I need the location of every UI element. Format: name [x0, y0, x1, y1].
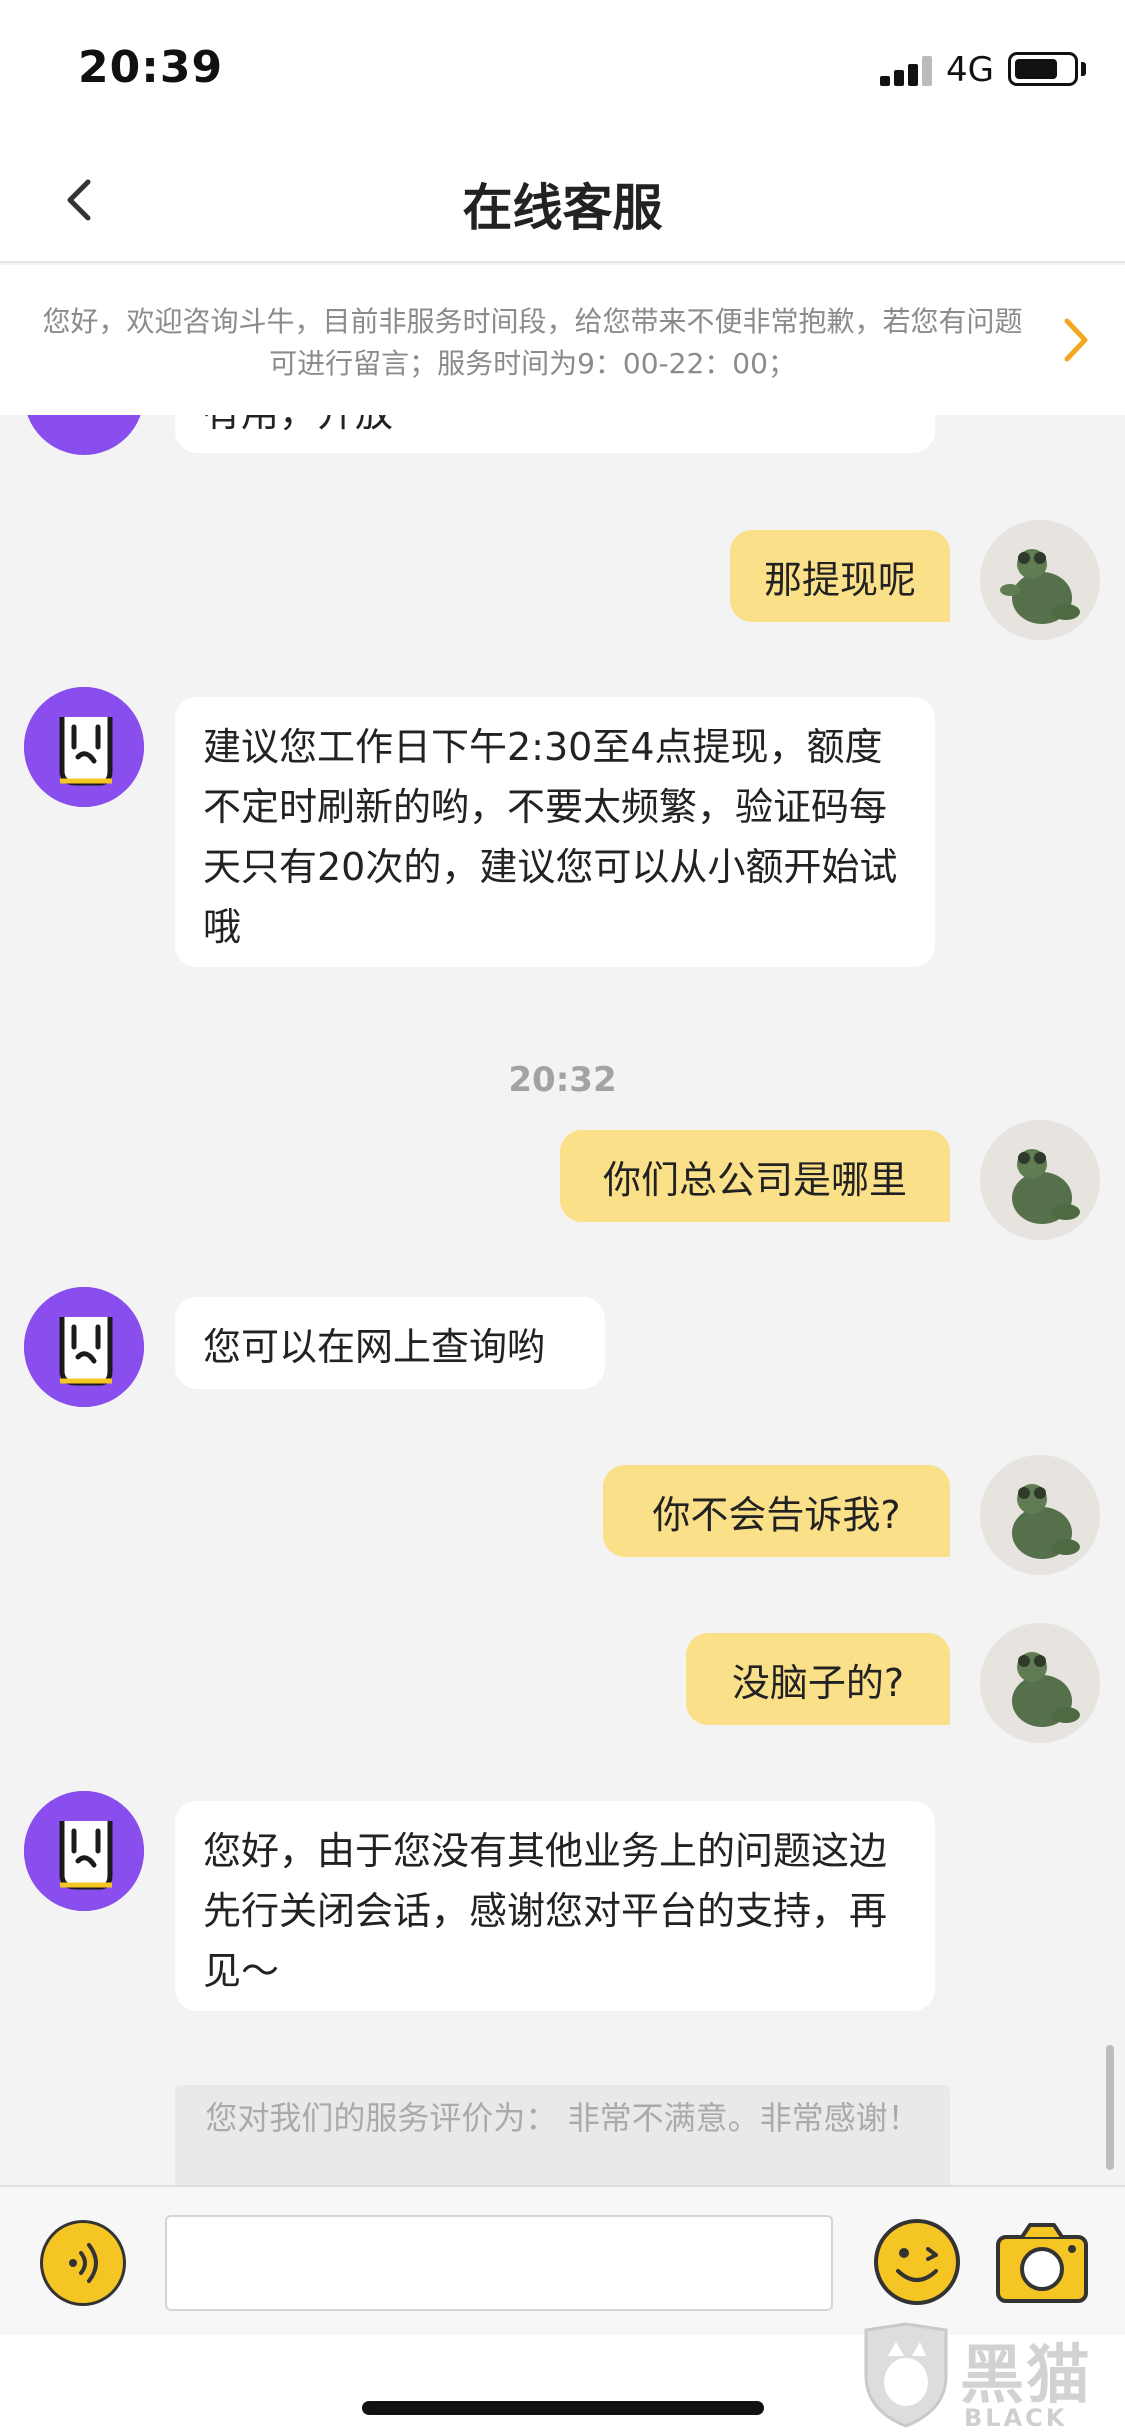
network-type: 4G [946, 50, 994, 90]
watermark-en: BLACK CAT [964, 2404, 1068, 2436]
service-rating-notice: 您对我们的服务评价为： 非常不满意。非常感谢！ [175, 2085, 950, 2185]
status-time: 20:39 [78, 42, 224, 93]
message-text: 您可以在网上查询哟 [203, 1325, 546, 1369]
message-text: 你不会告诉我? [652, 1493, 901, 1537]
status-bar: 20:39 4G [0, 0, 1125, 140]
bot-message: 您好，由于您没有其他业务上的问题这边先行关闭会话，感谢您对平台的支持，再见～ [175, 1801, 935, 2011]
bot-avatar [24, 1287, 144, 1407]
message-text: 你们总公司是哪里 [602, 1158, 907, 1202]
voice-icon [69, 2243, 98, 2283]
watermark: 黑猫 BLACK CAT [850, 2320, 1125, 2436]
frog-avatar-icon [980, 1120, 1100, 1240]
page-title: 在线客服 [462, 179, 663, 237]
signal-icon [880, 56, 934, 86]
bot-avatar [24, 687, 144, 807]
voice-button[interactable] [40, 2220, 126, 2306]
camera-icon[interactable] [992, 2217, 1092, 2307]
user-message: 没脑子的? [686, 1633, 950, 1725]
user-message: 那提现呢 [730, 530, 950, 622]
message-text: 那提现呢 [763, 558, 916, 602]
battery-icon [1008, 52, 1078, 86]
timestamp: 20:32 [508, 1060, 617, 1100]
input-bar [0, 2185, 1125, 2335]
chevron-right-icon[interactable] [1055, 313, 1095, 367]
rock-hand-icon [24, 1791, 144, 1911]
user-message: 你们总公司是哪里 [560, 1130, 950, 1222]
user-avatar [980, 1623, 1100, 1743]
bot-message: 建议您工作日下午2:30至4点提现，额度不定时刷新的哟，不要太频繁，验证码每天只… [175, 697, 935, 967]
message-text: 有用，开放 [203, 415, 393, 435]
frog-avatar-icon [980, 1455, 1100, 1575]
user-avatar [980, 1120, 1100, 1240]
cat-shield-icon [864, 2322, 948, 2428]
nav-bar: 在线客服 [0, 140, 1125, 263]
rating-text: 您对我们的服务评价为： 非常不满意。非常感谢！ [205, 2099, 920, 2137]
message-text: 建议您工作日下午2:30至4点提现，额度不定时刷新的哟，不要太频繁，验证码每天只… [203, 725, 898, 949]
battery-tip [1081, 62, 1086, 76]
notice-text: 您好，欢迎咨询斗牛，目前非服务时间段，给您带来不便非常抱歉，若您有问题可进行留言… [42, 305, 1023, 380]
user-message: 你不会告诉我? [603, 1465, 950, 1557]
bot-avatar [24, 1791, 144, 1911]
notice-banner[interactable]: 您好，欢迎咨询斗牛，目前非服务时间段，给您带来不便非常抱歉，若您有问题可进行留言… [0, 265, 1125, 415]
user-avatar [980, 520, 1100, 640]
rock-hand-icon [24, 1287, 144, 1407]
scrollbar[interactable] [1106, 2045, 1114, 2170]
watermark-cn: 黑猫 [960, 2339, 1092, 2413]
message-text: 没脑子的? [731, 1661, 905, 1705]
frog-avatar-icon [980, 520, 1100, 640]
bot-message: 您可以在网上查询哟 [175, 1297, 605, 1389]
rock-hand-icon [24, 687, 144, 807]
bot-avatar [24, 415, 144, 455]
message-input[interactable] [165, 2215, 833, 2311]
user-avatar [980, 1455, 1100, 1575]
bot-message: 有用，开放 [175, 415, 935, 453]
chat-area[interactable]: 有用，开放 那提现呢 建议您工作日下午2:30至4点提现，额度不定时刷新的哟，不… [0, 415, 1125, 2185]
message-text: 您好，由于您没有其他业务上的问题这边先行关闭会话，感谢您对平台的支持，再见～ [203, 1829, 888, 1993]
frog-avatar-icon [980, 1623, 1100, 1743]
home-indicator[interactable] [362, 2401, 764, 2415]
emoji-icon[interactable] [872, 2217, 962, 2307]
